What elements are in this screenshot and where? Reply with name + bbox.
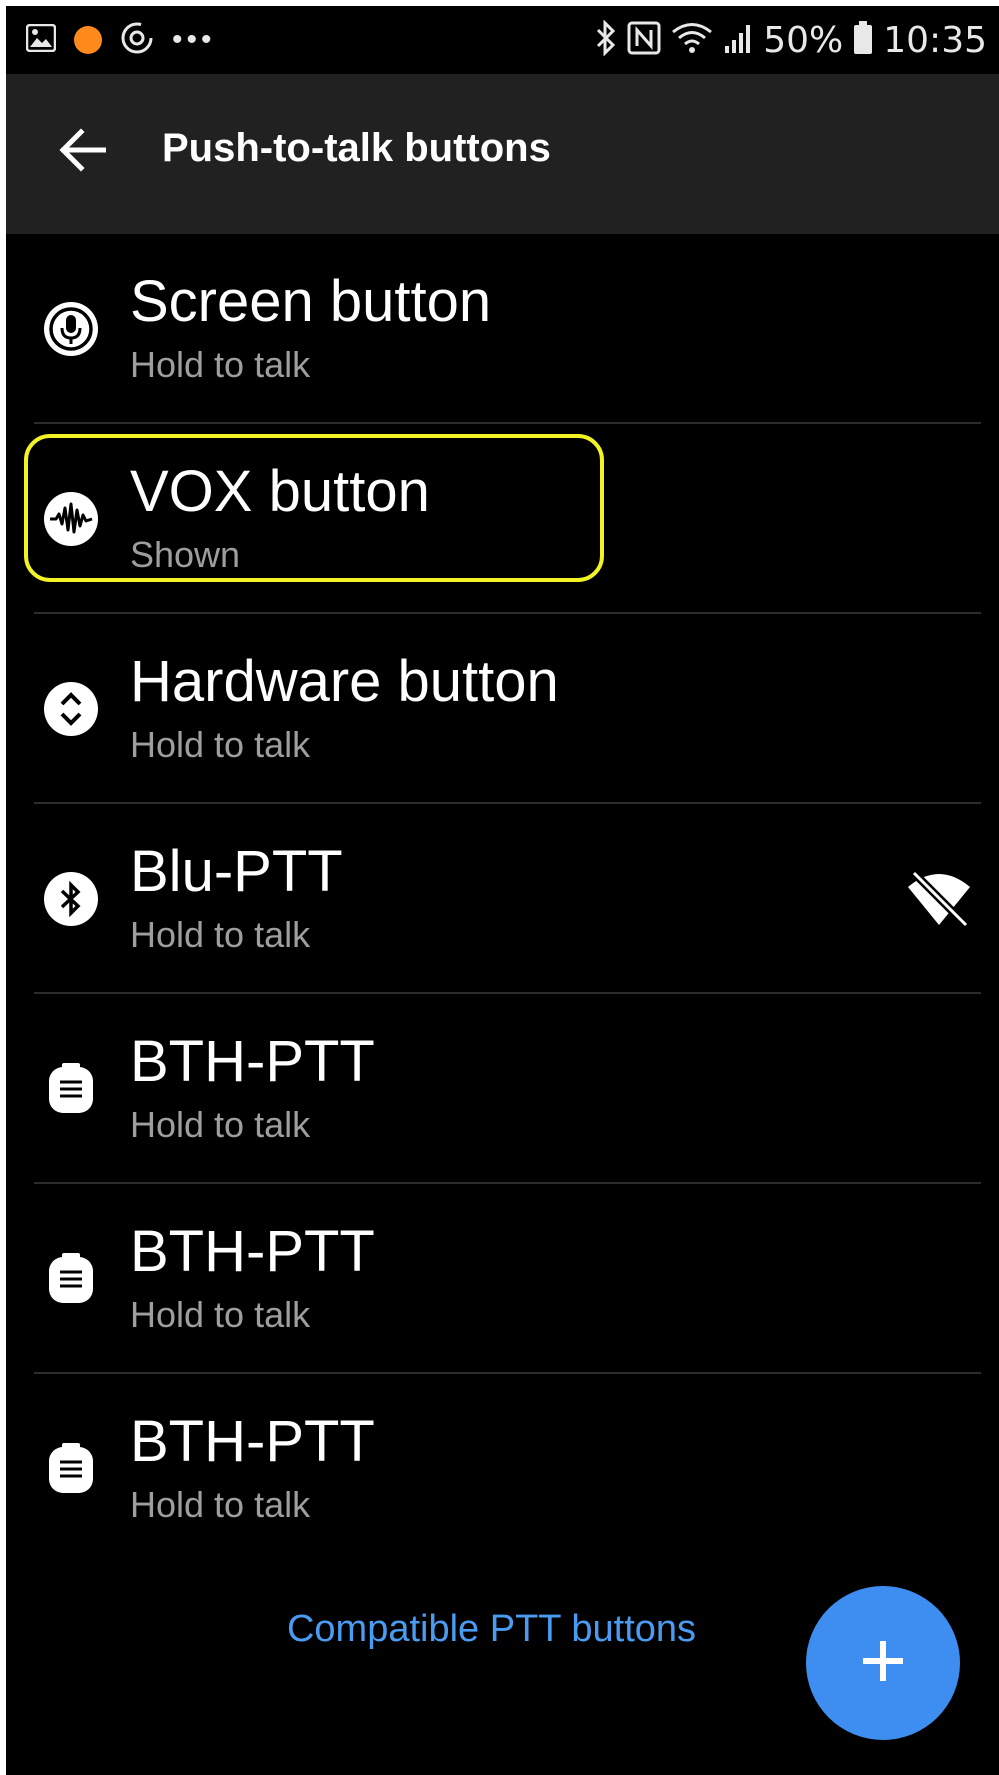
item-title: BTH-PTT bbox=[130, 1029, 375, 1094]
item-subtitle: Hold to talk bbox=[130, 914, 311, 955]
link-text[interactable]: Compatible PTT buttons bbox=[287, 1608, 696, 1651]
ptt-device-icon bbox=[40, 994, 102, 1184]
item-title: Screen button bbox=[130, 269, 492, 334]
arrow-left-icon bbox=[58, 127, 107, 177]
battery-icon bbox=[853, 20, 873, 60]
status-bar-right: 50% 10:35 bbox=[595, 6, 987, 74]
signal-icon bbox=[723, 22, 753, 59]
add-button[interactable] bbox=[806, 1586, 960, 1740]
status-bar-left: ••• bbox=[25, 6, 216, 74]
bluetooth-icon bbox=[595, 18, 617, 61]
app-bar: Push-to-talk buttons bbox=[6, 74, 999, 234]
list-item-screen-button[interactable]: Screen button Hold to talk bbox=[6, 234, 999, 424]
back-button[interactable] bbox=[50, 120, 114, 184]
ptt-device-icon bbox=[40, 1374, 102, 1564]
orange-dot-icon bbox=[74, 26, 102, 54]
list-item-hardware-button[interactable]: Hardware button Hold to talk bbox=[6, 614, 999, 804]
item-title: VOX button bbox=[130, 459, 430, 524]
plus-icon bbox=[861, 1639, 905, 1688]
item-title: BTH-PTT bbox=[130, 1219, 375, 1284]
waveform-icon bbox=[40, 424, 102, 614]
sync-icon bbox=[120, 21, 154, 60]
chevron-up-down-icon bbox=[40, 614, 102, 804]
nfc-icon bbox=[627, 21, 661, 60]
item-subtitle: Shown bbox=[130, 534, 241, 575]
item-title: Hardware button bbox=[130, 649, 559, 714]
image-icon bbox=[25, 23, 57, 57]
signal-off-icon[interactable] bbox=[901, 804, 977, 994]
item-subtitle: Hold to talk bbox=[130, 1484, 311, 1525]
phone-screen: ••• 50% 10:35 Push-to-talk buttons Scree… bbox=[6, 6, 999, 1775]
bluetooth-icon bbox=[40, 804, 102, 994]
clock: 10:35 bbox=[883, 19, 987, 61]
item-title: Blu-PTT bbox=[130, 839, 343, 904]
page-title: Push-to-talk buttons bbox=[162, 126, 551, 170]
item-subtitle: Hold to talk bbox=[130, 344, 311, 385]
microphone-icon bbox=[40, 234, 102, 424]
ptt-button-list: Screen button Hold to talk VOX button Sh… bbox=[6, 234, 999, 1564]
list-item-bth-ptt[interactable]: BTH-PTT Hold to talk bbox=[6, 1184, 999, 1374]
item-subtitle: Hold to talk bbox=[130, 1294, 311, 1335]
wifi-icon bbox=[671, 21, 713, 60]
list-item-blu-ptt[interactable]: Blu-PTT Hold to talk bbox=[6, 804, 999, 994]
item-title: BTH-PTT bbox=[130, 1409, 375, 1474]
status-bar: ••• 50% 10:35 bbox=[6, 6, 999, 74]
list-item-bth-ptt[interactable]: BTH-PTT Hold to talk bbox=[6, 1374, 999, 1564]
item-subtitle: Hold to talk bbox=[130, 724, 311, 765]
list-item-bth-ptt[interactable]: BTH-PTT Hold to talk bbox=[6, 994, 999, 1184]
item-subtitle: Hold to talk bbox=[130, 1104, 311, 1145]
battery-percent: 50% bbox=[763, 19, 844, 61]
ptt-device-icon bbox=[40, 1184, 102, 1374]
overflow-dots: ••• bbox=[172, 23, 216, 56]
list-item-vox-button[interactable]: VOX button Shown bbox=[6, 424, 999, 614]
